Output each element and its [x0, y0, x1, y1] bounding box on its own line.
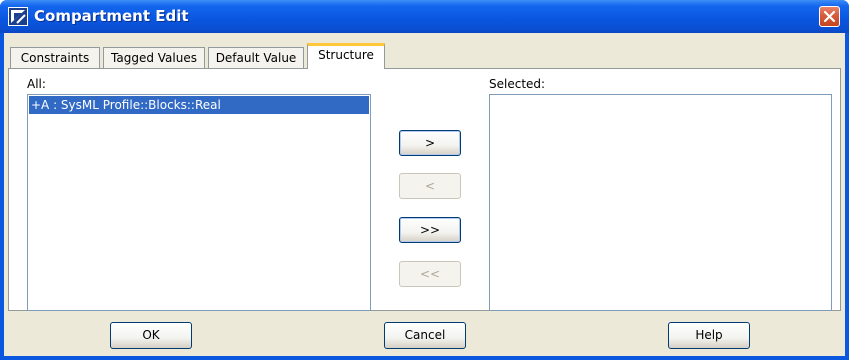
- tab-constraints[interactable]: Constraints: [10, 47, 100, 68]
- title-bar[interactable]: Compartment Edit: [0, 0, 849, 33]
- tab-tagged-values[interactable]: Tagged Values: [103, 47, 205, 68]
- app-icon: [8, 7, 28, 26]
- structure-panel: All: +A : SysML Profile::Blocks::Real Se…: [8, 68, 841, 311]
- window-title: Compartment Edit: [34, 7, 189, 25]
- close-icon: [823, 10, 836, 23]
- dialog-body: Constraints Tagged Values Default Value …: [4, 33, 845, 356]
- add-all-button[interactable]: >>: [399, 217, 461, 243]
- help-button[interactable]: Help: [668, 322, 750, 349]
- remove-all-button[interactable]: <<: [399, 261, 461, 287]
- ok-button[interactable]: OK: [110, 322, 192, 349]
- remove-button[interactable]: <: [399, 173, 461, 199]
- add-button[interactable]: >: [399, 130, 461, 156]
- selected-list[interactable]: [489, 94, 832, 311]
- selected-list-label: Selected:: [489, 77, 546, 91]
- list-item[interactable]: +A : SysML Profile::Blocks::Real: [29, 96, 369, 114]
- tab-default-value[interactable]: Default Value: [208, 47, 304, 68]
- tab-structure[interactable]: Structure: [307, 43, 385, 69]
- cancel-button[interactable]: Cancel: [384, 322, 466, 349]
- all-list-label: All:: [27, 77, 46, 91]
- all-list[interactable]: +A : SysML Profile::Blocks::Real: [27, 94, 371, 311]
- close-button[interactable]: [819, 6, 840, 27]
- compartment-edit-dialog: Compartment Edit Constraints Tagged Valu…: [0, 0, 849, 360]
